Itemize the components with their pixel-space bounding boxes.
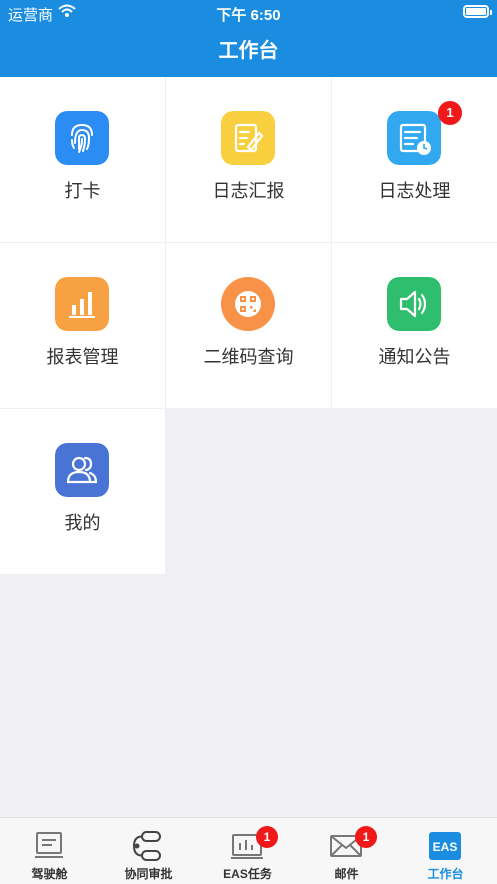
tab-label: 工作台 xyxy=(427,867,464,881)
tab-cockpit[interactable]: 驾驶舱 xyxy=(0,818,99,884)
tab-eas-tasks[interactable]: 1 EAS任务 xyxy=(198,818,297,884)
grid-item-label: 报表管理 xyxy=(46,347,119,367)
grid-item-mine[interactable]: 我的 xyxy=(0,409,165,574)
notification-badge: 1 xyxy=(438,101,462,125)
bar-chart-icon xyxy=(55,277,109,331)
edit-note-icon xyxy=(221,111,275,165)
tab-label: 邮件 xyxy=(334,867,359,881)
notification-badge: 1 xyxy=(355,826,377,848)
notification-badge: 1 xyxy=(256,826,278,848)
grid-item-label: 通知公告 xyxy=(378,347,451,367)
tab-label: 协同审批 xyxy=(124,867,173,881)
grid-item-log-report[interactable]: 日志汇报 xyxy=(166,77,331,242)
workflow-icon xyxy=(132,831,161,861)
tab-workbench[interactable]: EAS 工作台 xyxy=(396,818,495,884)
grid-item-reports[interactable]: 报表管理 xyxy=(0,243,165,408)
nav-bar: 工作台 xyxy=(0,26,497,77)
document-clock-icon xyxy=(387,111,441,165)
tab-label: EAS任务 xyxy=(223,867,272,881)
eas-logo-icon: EAS xyxy=(429,832,461,860)
grid-item-label: 日志汇报 xyxy=(212,181,285,201)
grid-item-label: 打卡 xyxy=(64,181,101,201)
status-bar: 运营商 下午 6:50 xyxy=(0,0,497,26)
grid-item-clock-in[interactable]: 打卡 xyxy=(0,77,165,242)
grid-item-label: 日志处理 xyxy=(378,181,451,201)
qr-code-icon xyxy=(221,277,275,331)
clock: 下午 6:50 xyxy=(216,7,281,24)
grid-item-label: 二维码查询 xyxy=(203,347,294,367)
speaker-icon xyxy=(387,277,441,331)
page-title: 工作台 xyxy=(218,40,279,62)
grid-item-label: 我的 xyxy=(64,513,101,533)
tab-label: 驾驶舱 xyxy=(31,867,68,881)
svg-text:EAS: EAS xyxy=(433,840,458,854)
fingerprint-icon xyxy=(55,111,109,165)
grid-item-log-process[interactable]: 1 日志处理 xyxy=(332,77,497,242)
battery-icon xyxy=(463,5,492,18)
monitor-icon xyxy=(35,832,63,858)
grid-item-qr-query[interactable]: 二维码查询 xyxy=(166,243,331,408)
users-icon xyxy=(55,443,109,497)
tab-collab-approval[interactable]: 协同审批 xyxy=(99,818,198,884)
grid-item-announcements[interactable]: 通知公告 xyxy=(332,243,497,408)
tab-bar: 驾驶舱 协同审批 1 EAS任务 1 邮件 EAS 工作台 xyxy=(0,817,497,884)
tab-mail[interactable]: 1 邮件 xyxy=(297,818,396,884)
